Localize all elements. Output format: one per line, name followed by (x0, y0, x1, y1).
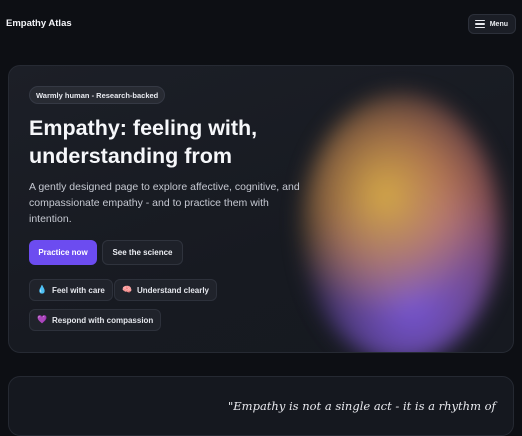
brand-logo-text[interactable]: Empathy Atlas (6, 18, 72, 29)
purple-heart-icon: 💜 (37, 315, 47, 324)
top-nav: Empathy Atlas Menu (0, 0, 522, 48)
practice-now-button[interactable]: Practice now (29, 240, 97, 265)
menu-button-label: Menu (489, 20, 508, 28)
see-the-science-button[interactable]: See the science (102, 240, 183, 265)
brain-icon: 🧠 (122, 285, 132, 294)
chip-respond-with-compassion[interactable]: 💜 Respond with compassion (29, 309, 162, 331)
quote-text: "Empathy is not a single act - it is a r… (228, 399, 496, 413)
tagline-badge: Warmly human - Research-backed (29, 86, 166, 104)
menu-button[interactable]: Menu (467, 14, 516, 34)
hamburger-icon (474, 19, 485, 29)
chip-feel-with-care[interactable]: 💧 Feel with care (29, 279, 113, 301)
gradient-orb-illustration (301, 93, 501, 352)
hero-subtitle: A gently designed page to explore affect… (29, 181, 300, 225)
chip-label: Understand clearly (136, 285, 209, 295)
chip-label: Respond with compassion (51, 315, 154, 325)
hero-title: Empathy: feeling with, understanding fro… (29, 116, 258, 168)
droplet-icon: 💧 (37, 285, 47, 294)
chip-label: Feel with care (51, 285, 105, 295)
chip-understand-clearly[interactable]: 🧠 Understand clearly (114, 279, 217, 301)
